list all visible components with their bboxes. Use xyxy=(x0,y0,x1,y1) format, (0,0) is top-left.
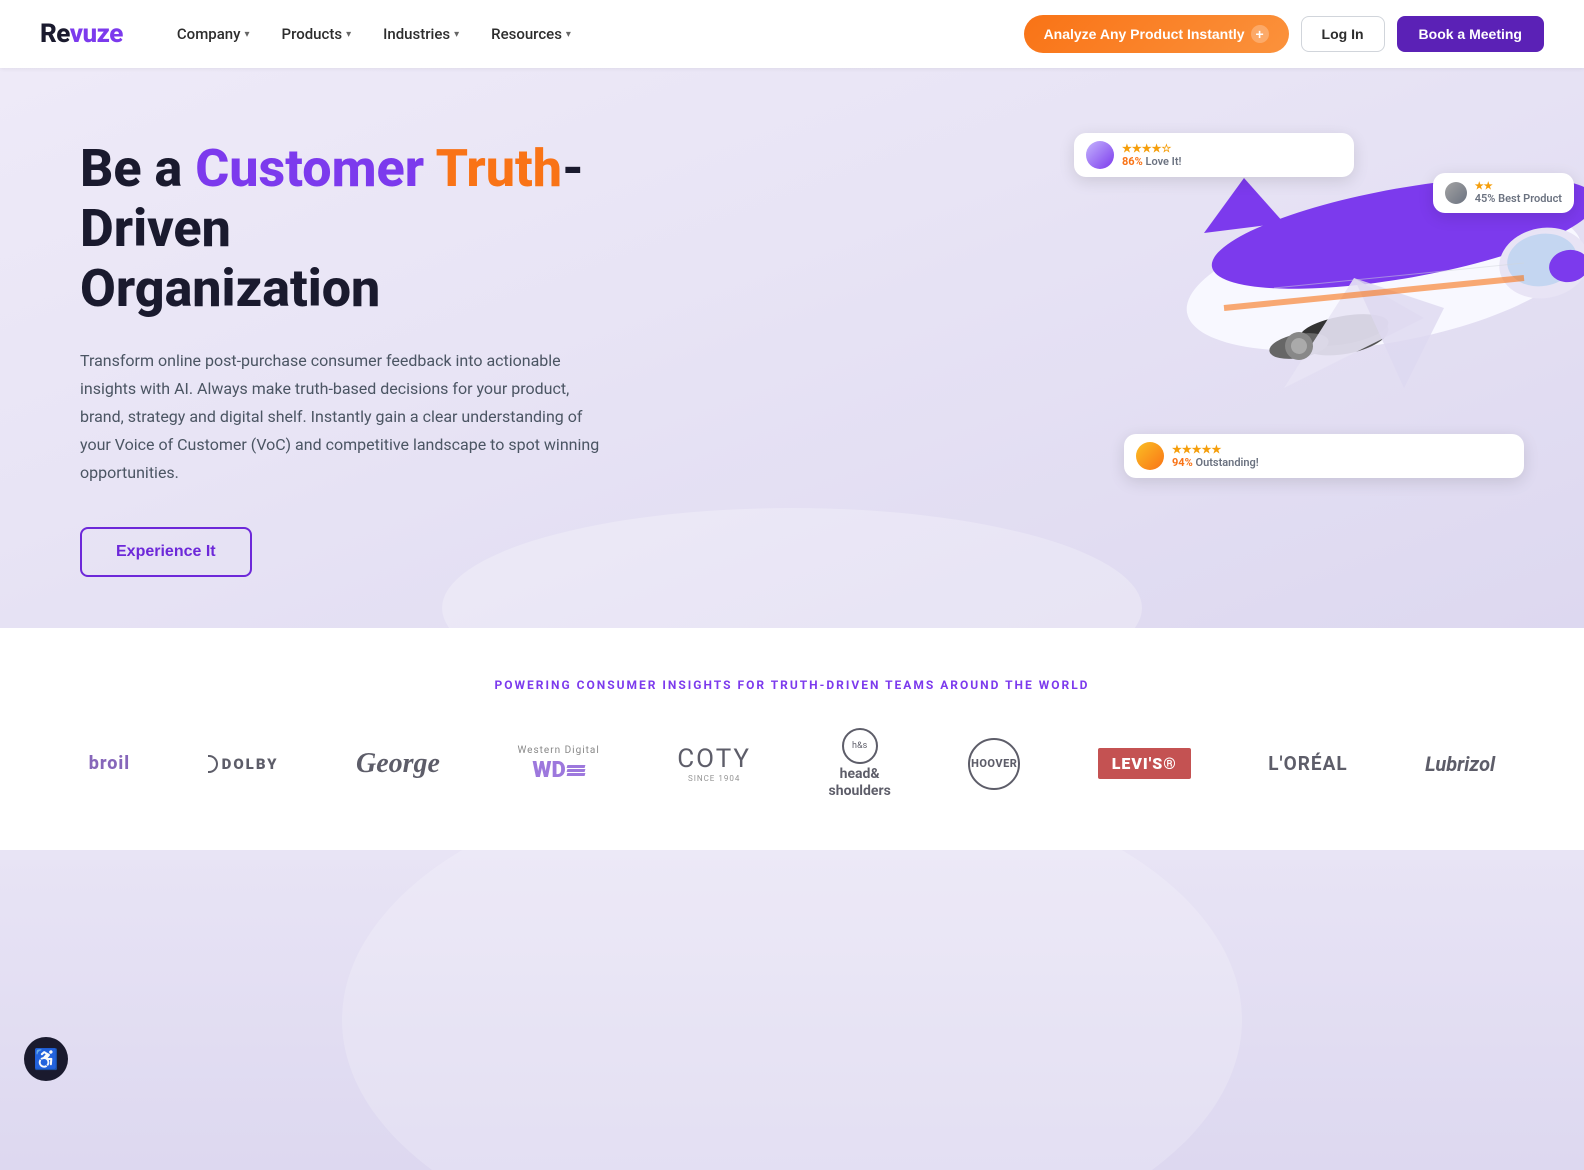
review-3-label: 45% Best Product xyxy=(1475,192,1562,205)
review-bubble-2: ★★★★★ 94% Outstanding! xyxy=(1124,434,1524,478)
accessibility-icon: ♿ xyxy=(34,1047,59,1071)
experience-button[interactable]: Experience It xyxy=(80,527,252,577)
nav-resources-label: Resources xyxy=(491,25,562,43)
loreal-logo: L'ORÉAL xyxy=(1268,752,1347,775)
logos-title: POWERING CONSUMER INSIGHTS FOR TRUTH-DRI… xyxy=(60,678,1524,692)
hero-section: Be a Customer Truth-Driven Organization … xyxy=(0,68,1584,628)
head-shoulders-logo: h&s head&shoulders xyxy=(829,728,891,800)
nav-resources[interactable]: Resources ▾ xyxy=(477,17,585,51)
review-2-stars: ★★★★★ xyxy=(1172,443,1259,456)
lubrizol-logo: Lubrizol xyxy=(1425,752,1495,776)
navigation: Revuze Company ▾ Products ▾ Industries ▾… xyxy=(0,0,1584,68)
chevron-down-icon: ▾ xyxy=(454,29,459,40)
broil-logo: broil xyxy=(89,753,130,774)
nav-products[interactable]: Products ▾ xyxy=(268,17,366,51)
hero-title-customer: Customer xyxy=(195,138,424,199)
hoover-logo: HOOVER xyxy=(968,738,1020,790)
accessibility-button[interactable]: ♿ xyxy=(24,1037,68,1081)
hero-image: ★★★★☆ 86% Love It! ★★★★★ 94% Outstanding… xyxy=(1064,78,1584,558)
dolby-text: DOLBY xyxy=(222,755,279,773)
bottom-section xyxy=(0,850,1584,1170)
chevron-down-icon: ▾ xyxy=(346,29,351,40)
chevron-down-icon: ▾ xyxy=(244,29,249,40)
levis-logo: LEVI'S® xyxy=(1098,748,1191,779)
avatar-1 xyxy=(1086,141,1114,169)
plus-icon: + xyxy=(1251,25,1269,43)
nav-links: Company ▾ Products ▾ Industries ▾ Resour… xyxy=(163,17,1024,51)
hero-title: Be a Customer Truth-Driven Organization xyxy=(80,139,680,318)
nav-products-label: Products xyxy=(282,25,343,43)
dolby-d-icon xyxy=(208,755,218,773)
logos-section: POWERING CONSUMER INSIGHTS FOR TRUTH-DRI… xyxy=(0,628,1584,850)
western-digital-logo: Western Digital WD xyxy=(517,745,599,783)
review-2-label: 94% Outstanding! xyxy=(1172,456,1259,469)
coty-logo: COTY SINCE 1904 xyxy=(677,744,751,783)
review-1-label: 86% Love It! xyxy=(1122,155,1182,168)
dolby-logo: DOLBY xyxy=(208,755,279,773)
avatar-2 xyxy=(1136,442,1164,470)
hero-content: Be a Customer Truth-Driven Organization … xyxy=(80,139,680,576)
nav-industries-label: Industries xyxy=(383,25,450,43)
analyze-button[interactable]: Analyze Any Product Instantly + xyxy=(1024,15,1289,53)
hero-title-line2: Organization xyxy=(80,258,380,319)
avatar-3 xyxy=(1445,182,1467,204)
hero-title-truth: Truth xyxy=(436,138,562,199)
nav-industries[interactable]: Industries ▾ xyxy=(369,17,473,51)
logo[interactable]: Revuze xyxy=(40,19,123,49)
review-bubble-3: ★★ 45% Best Product xyxy=(1433,173,1574,213)
login-button[interactable]: Log In xyxy=(1301,16,1385,52)
review-1-content: ★★★★☆ 86% Love It! xyxy=(1122,142,1182,168)
logos-row: broil DOLBY George Western Digital WD xyxy=(60,728,1524,800)
book-meeting-button[interactable]: Book a Meeting xyxy=(1397,16,1544,52)
review-2-content: ★★★★★ 94% Outstanding! xyxy=(1172,443,1259,469)
review-3-stars: ★★ xyxy=(1475,181,1562,192)
logo-re: Re xyxy=(40,19,70,49)
review-3-content: ★★ 45% Best Product xyxy=(1475,181,1562,205)
nav-company-label: Company xyxy=(177,25,241,43)
nav-company[interactable]: Company ▾ xyxy=(163,17,264,51)
george-logo: George xyxy=(356,748,440,780)
logo-vuze: vuze xyxy=(70,19,123,49)
chevron-down-icon: ▾ xyxy=(566,29,571,40)
review-bubble-1: ★★★★☆ 86% Love It! xyxy=(1074,133,1354,177)
hero-title-part1: Be a xyxy=(80,138,195,199)
hero-title-space xyxy=(424,138,436,199)
analyze-button-label: Analyze Any Product Instantly xyxy=(1044,26,1245,42)
nav-actions: Analyze Any Product Instantly + Log In B… xyxy=(1024,15,1544,53)
hero-description: Transform online post-purchase consumer … xyxy=(80,347,600,487)
review-1-stars: ★★★★☆ xyxy=(1122,142,1182,155)
